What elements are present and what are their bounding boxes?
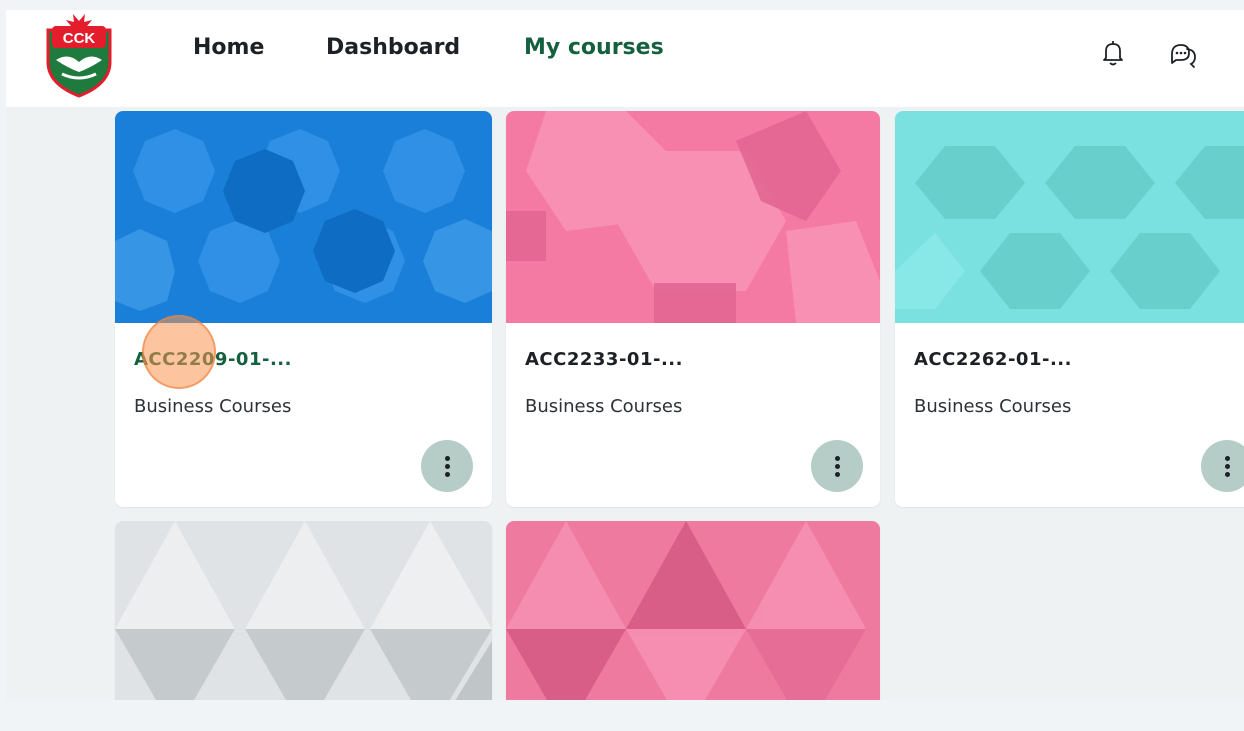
course-actions-button[interactable]	[811, 440, 863, 492]
course-category: Business Courses	[525, 396, 683, 417]
course-image[interactable]	[115, 111, 492, 323]
course-actions-button[interactable]	[421, 440, 473, 492]
nav-home[interactable]: Home	[193, 35, 264, 60]
more-vertical-icon	[834, 455, 840, 477]
nav-my-courses[interactable]: My courses	[524, 35, 664, 60]
course-image[interactable]	[895, 111, 1244, 323]
course-actions-button[interactable]	[1201, 440, 1244, 492]
course-card[interactable]	[115, 521, 492, 700]
course-card[interactable]: ACC2262-01-... Business Courses	[895, 111, 1244, 507]
more-vertical-icon	[1224, 455, 1230, 477]
top-navbar: CCK Home Dashboard My courses	[6, 10, 1244, 107]
browser-viewport: CCK Home Dashboard My courses ACC2209-01…	[6, 10, 1244, 700]
course-category: Business Courses	[134, 396, 292, 417]
course-title-link[interactable]: ACC2262-01-...	[914, 349, 1072, 370]
course-image[interactable]	[506, 521, 880, 700]
course-card[interactable]: ACC2233-01-... Business Courses	[506, 111, 880, 507]
bell-icon[interactable]	[1096, 36, 1130, 70]
logo-text: CCK	[63, 30, 96, 47]
course-image[interactable]	[115, 521, 492, 700]
course-title-link[interactable]: ACC2209-01-...	[134, 349, 292, 370]
course-card[interactable]: ACC2209-01-... Business Courses	[115, 111, 492, 507]
course-title-link[interactable]: ACC2233-01-...	[525, 349, 683, 370]
course-card[interactable]	[506, 521, 880, 700]
course-category: Business Courses	[914, 396, 1072, 417]
course-image[interactable]	[506, 111, 880, 323]
more-vertical-icon	[444, 455, 450, 477]
site-logo[interactable]: CCK	[40, 12, 118, 98]
nav-dashboard[interactable]: Dashboard	[326, 35, 460, 60]
chat-icon[interactable]	[1166, 36, 1200, 70]
